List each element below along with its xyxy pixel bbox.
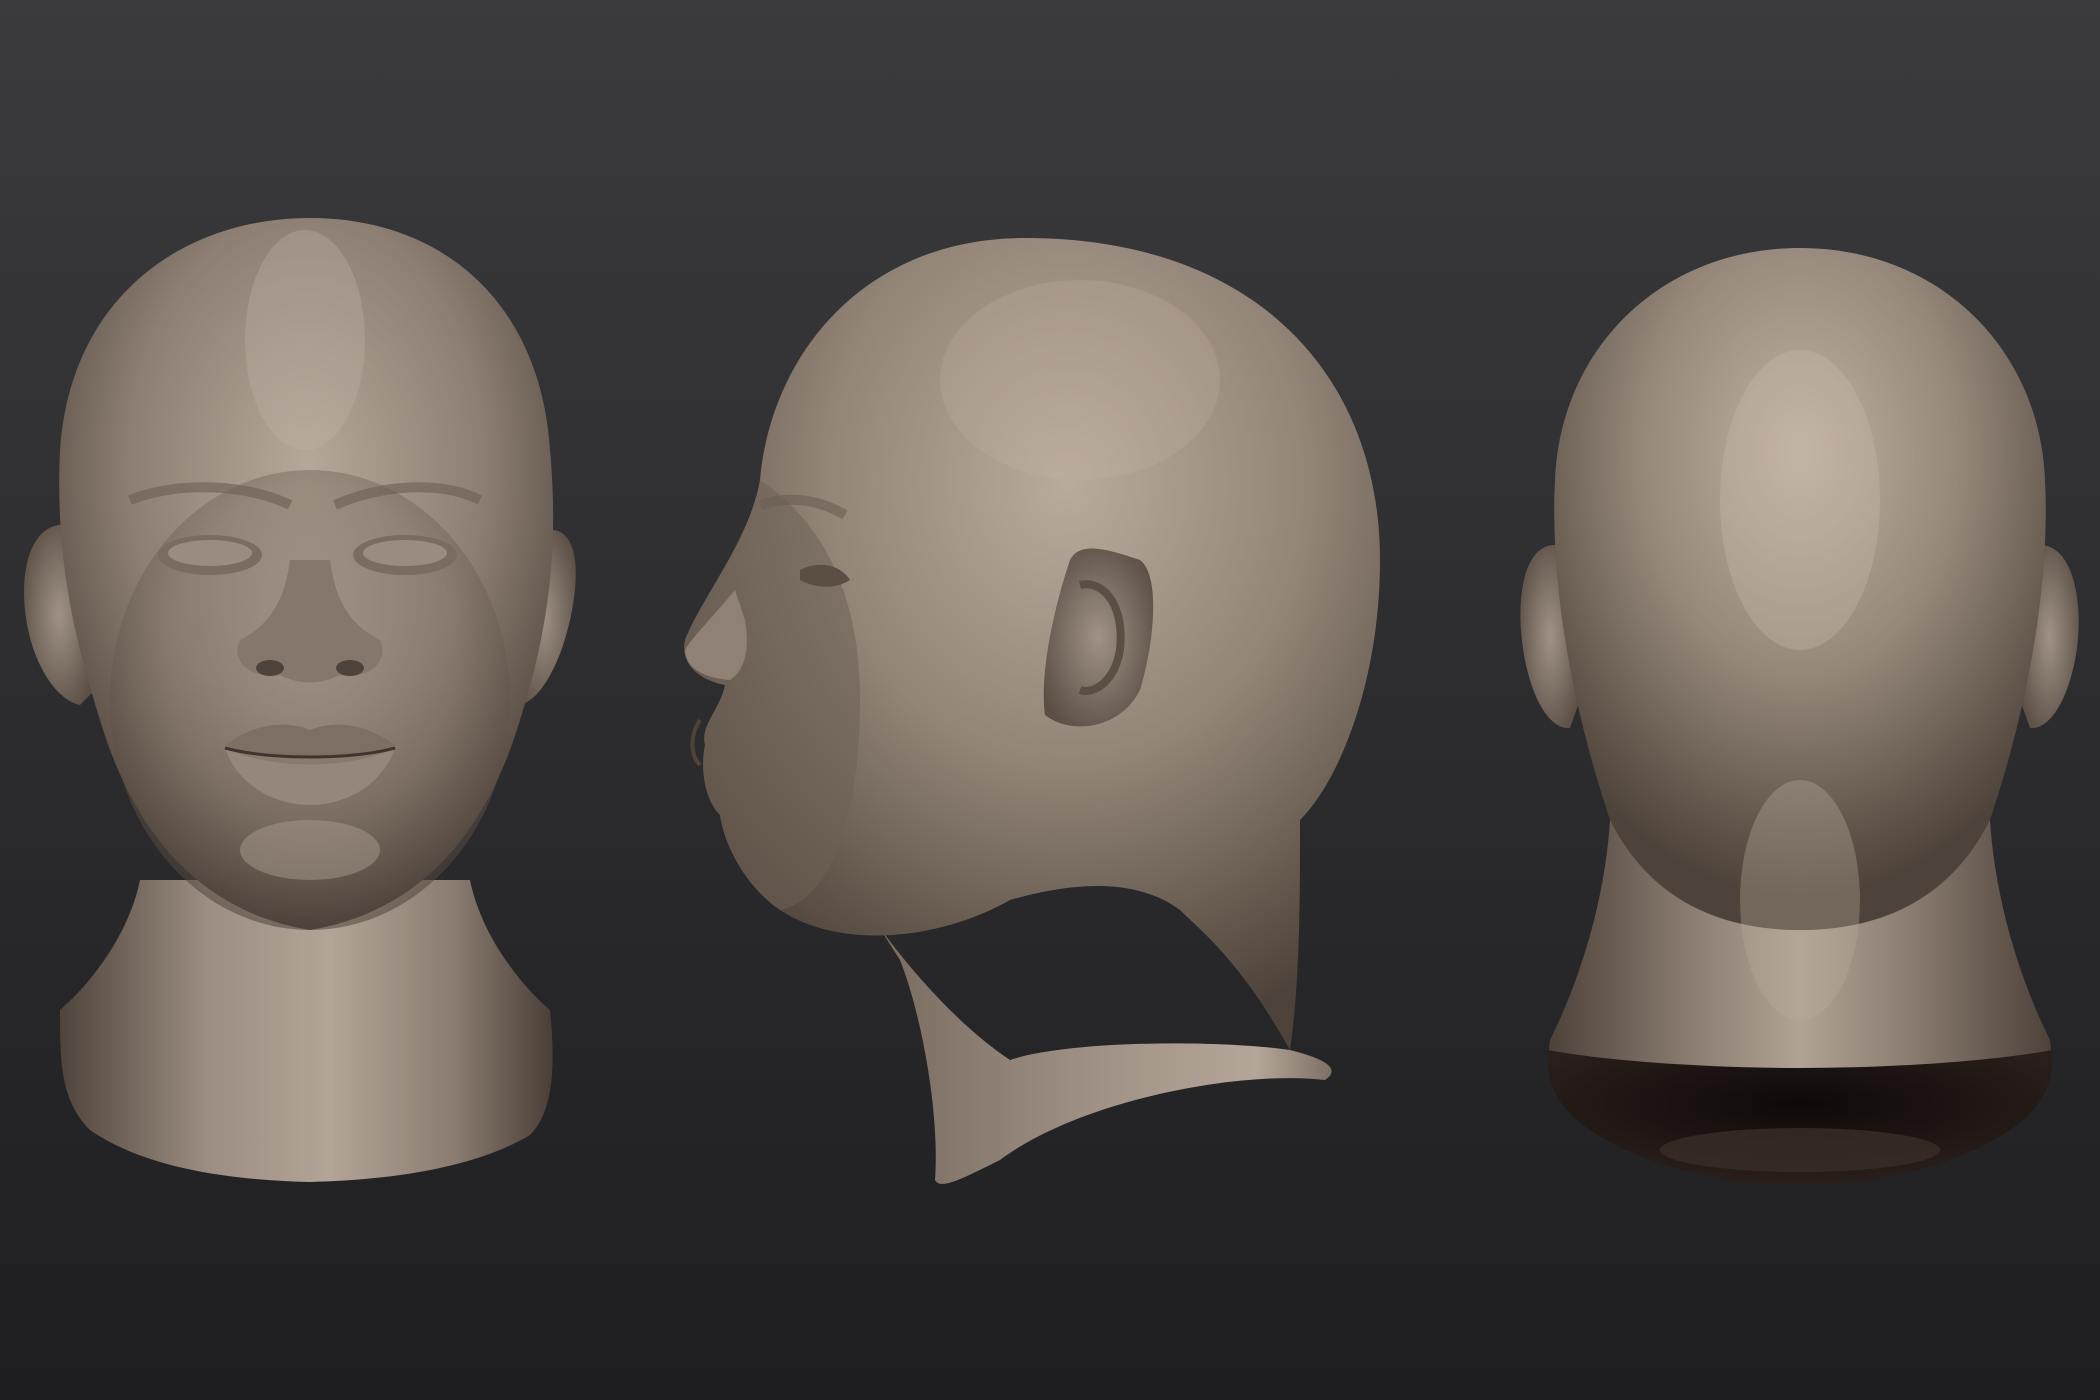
sculpt-viewport <box>0 0 2100 1400</box>
chin <box>240 820 380 880</box>
left-eyeball <box>168 540 252 566</box>
head-front-view <box>24 218 576 1182</box>
cavity-inner <box>1660 1128 1940 1172</box>
render-canvas <box>0 0 2100 1400</box>
left-nostril <box>256 660 284 676</box>
right-eyeball <box>363 540 447 566</box>
forehead-highlight <box>245 230 365 450</box>
skull-highlight <box>940 280 1220 480</box>
occipital-highlight <box>1720 350 1880 650</box>
neck-highlight <box>1740 780 1860 1020</box>
head-back-view <box>1520 248 2079 1185</box>
right-nostril <box>336 660 364 676</box>
